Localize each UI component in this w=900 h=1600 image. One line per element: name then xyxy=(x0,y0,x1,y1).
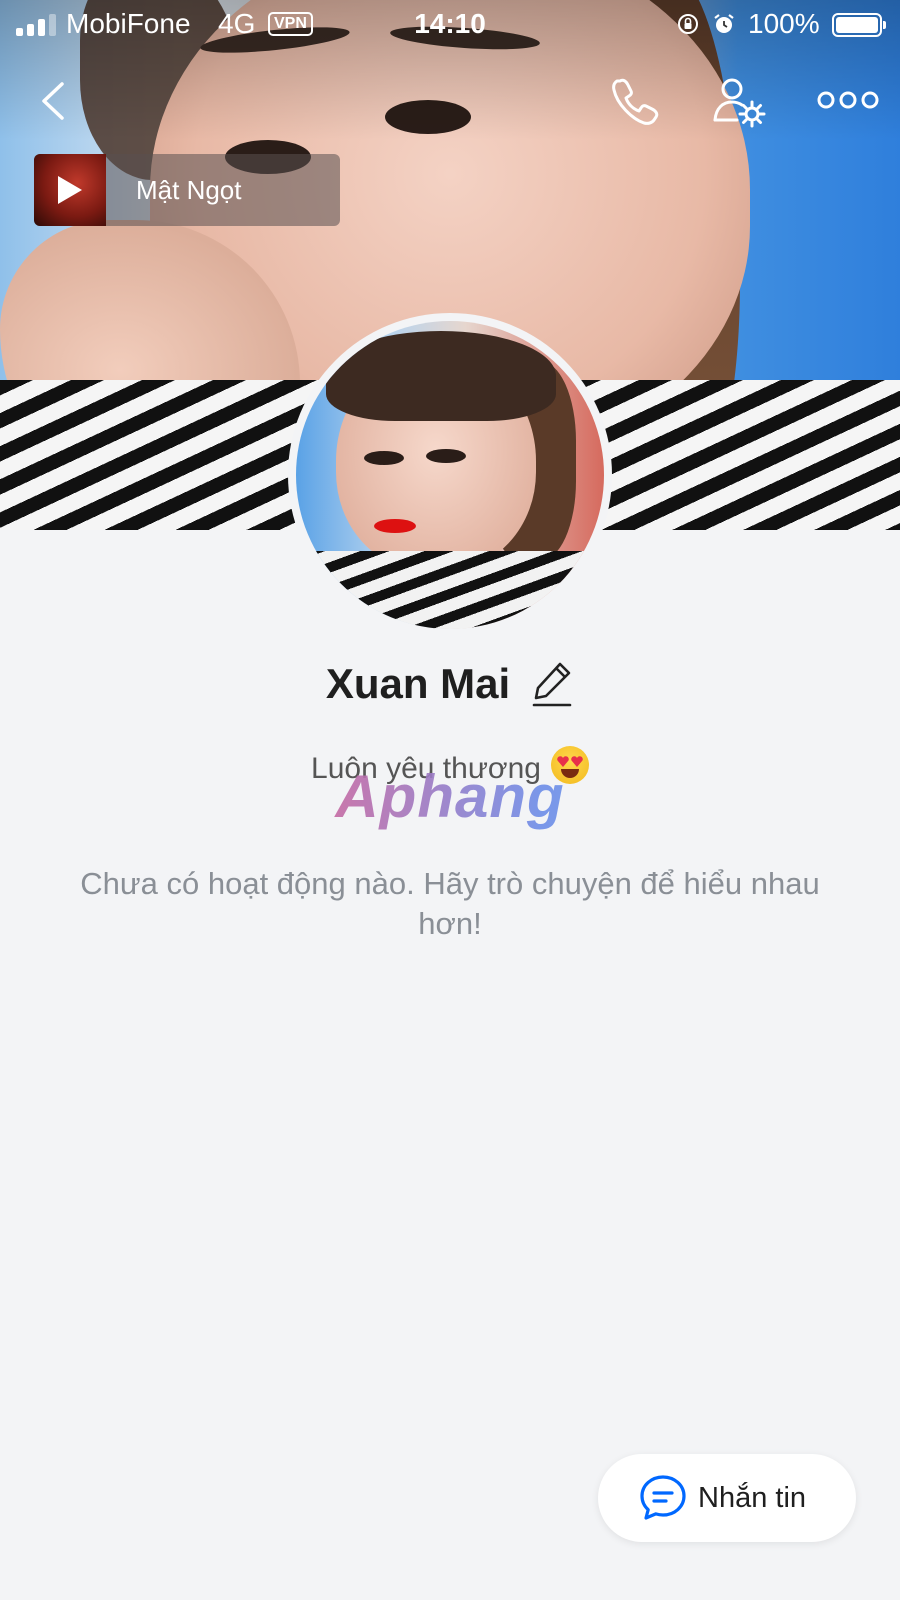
message-button[interactable]: Nhắn tin xyxy=(598,1454,856,1542)
profile-name: Xuan Mai xyxy=(325,660,511,707)
back-icon[interactable] xyxy=(30,76,80,126)
battery-icon xyxy=(832,13,886,37)
chat-bubble-icon xyxy=(640,1475,686,1520)
avatar-eye xyxy=(364,451,404,465)
avatar-photo xyxy=(296,321,604,629)
music-thumbnail xyxy=(34,154,106,226)
phone-icon[interactable] xyxy=(608,74,662,128)
avatar-shirt xyxy=(296,551,604,629)
profile-music-chip[interactable]: Mật Ngọt xyxy=(34,154,340,226)
avatar[interactable] xyxy=(288,313,612,637)
rotation-lock-icon xyxy=(678,14,698,34)
empty-activity-message: Chưa có hoạt động nào. Hãy trò chuyện để… xyxy=(80,866,820,941)
play-icon[interactable] xyxy=(58,176,82,204)
edit-icon[interactable] xyxy=(530,660,574,708)
avatar-hair xyxy=(326,331,556,421)
avatar-eye xyxy=(426,449,466,463)
user-settings-icon[interactable] xyxy=(712,74,768,130)
status-bar: MobiFone 4G VPN 14:10 100% xyxy=(0,0,900,50)
avatar-lips xyxy=(374,519,416,533)
profile-name-row: Xuan Mai xyxy=(0,660,900,708)
more-icon[interactable] xyxy=(816,80,880,120)
message-button-label: Nhắn tin xyxy=(698,1481,807,1514)
battery-percent: 100% xyxy=(748,8,820,39)
watermark-logo: Aphang xyxy=(0,762,900,831)
alarm-icon xyxy=(714,14,734,33)
music-title: Mật Ngọt xyxy=(136,174,242,205)
